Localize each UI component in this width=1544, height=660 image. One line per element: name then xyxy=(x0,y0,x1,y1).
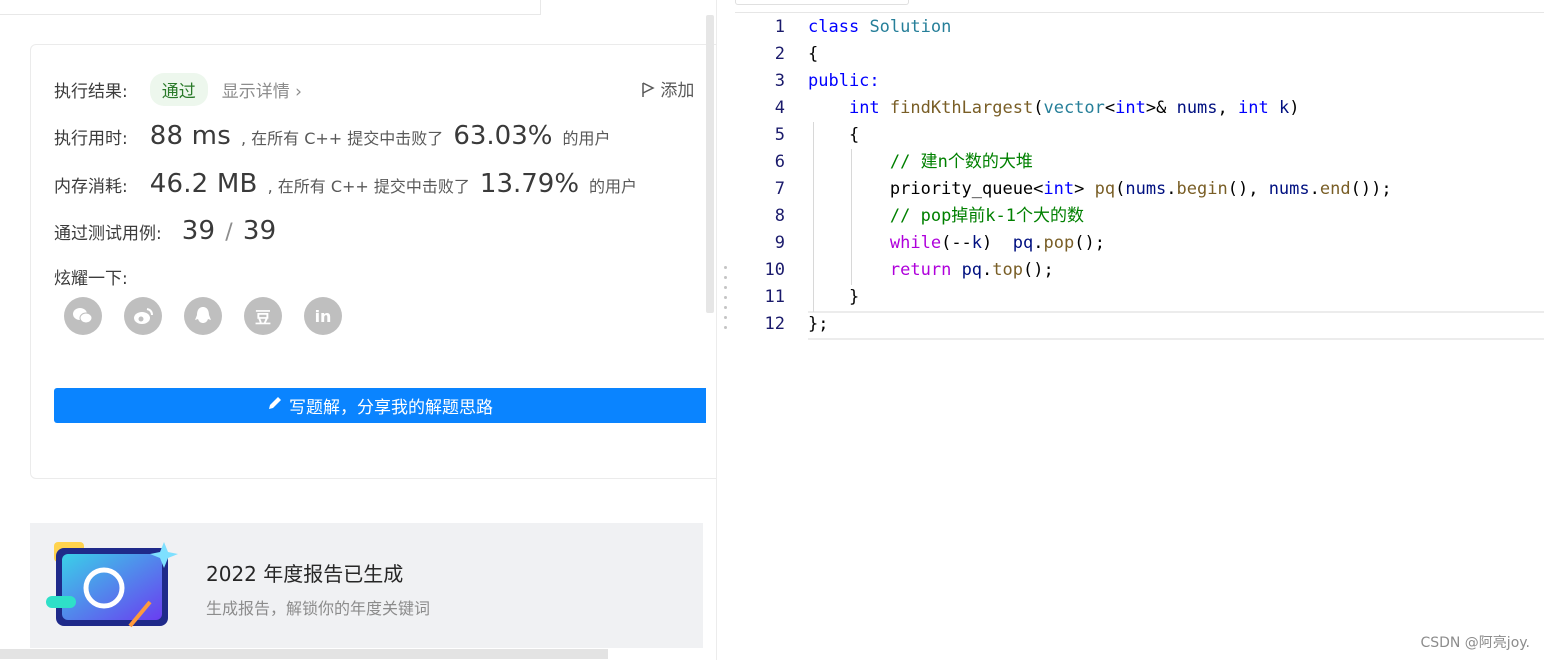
code-text: } xyxy=(808,287,860,307)
linkedin-icon[interactable]: in xyxy=(304,297,342,335)
grip-dot xyxy=(724,296,727,299)
code-text: class Solution xyxy=(808,17,952,37)
show-details-link[interactable]: 显示详情 › xyxy=(222,77,302,102)
code-text: return pq.top(); xyxy=(889,260,1054,280)
runtime-label: 执行用时: xyxy=(54,129,128,149)
line-number: 5 xyxy=(774,125,785,145)
status-badge: 通过 xyxy=(149,73,208,106)
line-number: 12 xyxy=(764,314,785,334)
horizontal-scrollbar[interactable] xyxy=(0,649,608,659)
grip-dot xyxy=(724,276,727,279)
status-label: 执行结果: xyxy=(54,82,128,102)
tests-row: 通过测试用例: 39 / 39 xyxy=(54,216,276,246)
runtime-percent: 63.03% xyxy=(453,121,553,151)
annual-report-card[interactable]: 2022 年度报告已生成 生成报告，解锁你的年度关键词 xyxy=(30,523,703,648)
flag-icon xyxy=(641,81,655,101)
runtime-users-suffix: 的用户 xyxy=(562,129,611,148)
share-row: 炫耀一下: xyxy=(54,264,128,289)
pencil-icon xyxy=(267,395,283,416)
code-text: while(--k) pq.pop(); xyxy=(889,233,1105,253)
line-number: 7 xyxy=(774,179,785,199)
memory-value: 46.2 MB xyxy=(149,169,258,199)
watermark: CSDN @阿亮joy. xyxy=(1420,635,1530,651)
submission-result-panel: 执行结果: 通过 显示详情 › 添加 执行用时: 88 ms , 在所有 C++… xyxy=(0,0,716,660)
wechat-icon[interactable] xyxy=(64,297,102,335)
tests-passed: 39 xyxy=(181,216,216,246)
qq-icon[interactable] xyxy=(184,297,222,335)
code-line: 12}; xyxy=(735,311,1544,338)
add-note-button[interactable]: 添加 xyxy=(641,76,694,101)
code-text: int findKthLargest(vector<int>& nums, in… xyxy=(848,98,1300,118)
code-text: // pop掉前k-1个大的数 xyxy=(889,206,1085,226)
code-line: 2{ xyxy=(735,41,1544,68)
panel-resize-handle[interactable] xyxy=(716,0,736,660)
code-text: }; xyxy=(808,314,829,334)
runtime-value: 88 ms xyxy=(149,121,231,151)
code-line: 6 // 建n个数的大堆 xyxy=(735,149,1544,176)
code-text: { xyxy=(808,125,860,145)
write-solution-label: 写题解，分享我的解题思路 xyxy=(289,398,493,418)
tests-separator: / xyxy=(225,220,233,245)
chevron-right-icon: › xyxy=(295,82,302,102)
tests-label: 通过测试用例: xyxy=(54,224,162,244)
code-line: 8 // pop掉前k-1个大的数 xyxy=(735,203,1544,230)
report-subtitle: 生成报告，解锁你的年度关键词 xyxy=(206,599,431,618)
line-number: 6 xyxy=(774,152,785,172)
vertical-scrollbar[interactable] xyxy=(706,15,714,313)
code-text: // 建n个数的大堆 xyxy=(889,152,1033,172)
grip-dot xyxy=(724,266,727,269)
code-text: priority_queue<int> pq(nums.begin(), num… xyxy=(808,179,1392,199)
code-text: { xyxy=(808,44,819,64)
line-number: 4 xyxy=(774,98,785,118)
code-line: 10 return pq.top(); xyxy=(735,257,1544,284)
runtime-beat-text: , 在所有 C++ 提交中击败了 xyxy=(240,129,444,148)
line-number: 3 xyxy=(774,71,785,91)
status-row: 执行结果: 通过 显示详情 › xyxy=(54,73,302,106)
code-line: 7 priority_queue<int> pq(nums.begin(), n… xyxy=(735,176,1544,203)
douban-icon[interactable]: 豆 xyxy=(244,297,282,335)
code-editor[interactable]: 1 class Solution 2{ 3 public: 4 int findKt… xyxy=(735,0,1544,660)
memory-percent: 13.79% xyxy=(479,169,580,199)
line-number: 11 xyxy=(764,287,785,307)
report-illustration xyxy=(46,540,184,632)
weibo-icon[interactable] xyxy=(124,297,162,335)
grip-dot xyxy=(724,326,727,329)
tab-strip xyxy=(0,0,541,15)
add-note-label: 添加 xyxy=(660,81,695,101)
code-line: 3 public: xyxy=(735,68,1544,95)
memory-beat-text: , 在所有 C++ 提交中击败了 xyxy=(267,177,470,196)
memory-row: 内存消耗: 46.2 MB , 在所有 C++ 提交中击败了 13.79% 的用… xyxy=(54,169,637,199)
grip-dot xyxy=(724,316,727,319)
code-line: 11 } xyxy=(735,284,1544,311)
line-number: 9 xyxy=(774,233,785,253)
memory-users-suffix: 的用户 xyxy=(589,177,638,196)
share-label: 炫耀一下: xyxy=(54,269,128,289)
line-number: 10 xyxy=(764,260,785,280)
memory-label: 内存消耗: xyxy=(54,177,128,197)
code-line: 9 while(--k) pq.pop(); xyxy=(735,230,1544,257)
result-card: 执行结果: 通过 显示详情 › 添加 执行用时: 88 ms , 在所有 C++… xyxy=(30,44,716,479)
code-text: public: xyxy=(808,71,880,91)
show-details-label: 显示详情 xyxy=(221,82,290,102)
grip-dot xyxy=(724,306,727,309)
editor-tab[interactable] xyxy=(735,0,909,5)
line-number: 2 xyxy=(774,44,785,64)
code-line: 5 { xyxy=(735,122,1544,149)
tests-total: 39 xyxy=(242,216,277,246)
line-number: 1 xyxy=(774,17,785,37)
code-line: 4 int findKthLargest(vector<int>& nums, … xyxy=(735,95,1544,122)
grip-dot xyxy=(724,286,727,289)
report-title: 2022 年度报告已生成 xyxy=(206,562,404,586)
runtime-row: 执行用时: 88 ms , 在所有 C++ 提交中击败了 63.03% 的用户 xyxy=(54,121,610,151)
line-number: 8 xyxy=(774,206,785,226)
write-solution-button[interactable]: 写题解，分享我的解题思路 xyxy=(54,388,706,423)
code-line: 1 class Solution xyxy=(735,14,1544,41)
